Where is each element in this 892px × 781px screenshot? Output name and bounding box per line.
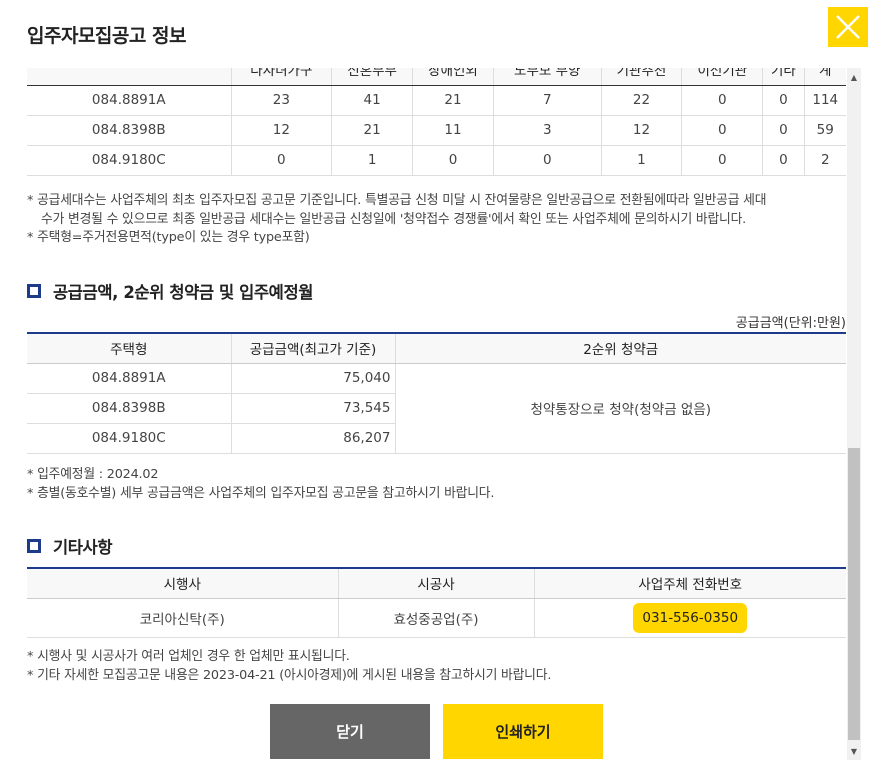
etc-note: * 시행사 및 시공사가 여러 업체인 경우 한 업체만 표시됩니다. * 기타… xyxy=(27,648,551,685)
deposit-cell: 청약통장으로 청약(청약금 없음) xyxy=(394,363,846,454)
note-line: * 층별(동호수별) 세부 공급금액은 사업주체의 입주자모집 공고문을 참고하… xyxy=(27,485,495,501)
table-header-row: 다자녀가구 신혼부부 장애인외 노부모 부양 기관추천 이전기관 기타 계 xyxy=(27,68,846,86)
scroll-down-icon[interactable]: ▼ xyxy=(847,742,861,760)
print-button[interactable]: 인쇄하기 xyxy=(443,704,603,759)
section-title-price: 공급금액, 2순위 청약금 및 입주예정월 xyxy=(27,279,313,303)
table-row: 코리아신탁(주) 효성중공업(주) 031-556-0350 xyxy=(27,598,846,638)
supply-count-table: 다자녀가구 신혼부부 장애인외 노부모 부양 기관추천 이전기관 기타 계 08… xyxy=(27,68,846,176)
close-icon xyxy=(836,15,860,39)
note-line: * 공급세대수는 사업주체의 최초 입주자모집 공고문 기준입니다. 특별공급 … xyxy=(27,193,767,208)
section-square-icon xyxy=(27,539,41,553)
note-line: * 입주예정월 : 2024.02 xyxy=(27,467,159,482)
note-line: * 시행사 및 시공사가 여러 업체인 경우 한 업체만 표시됩니다. xyxy=(27,649,350,664)
builder-name: 효성중공업(주) xyxy=(337,598,534,638)
supply-note: * 공급세대수는 사업주체의 최초 입주자모집 공고문 기준입니다. 특별공급 … xyxy=(27,192,767,248)
table-header-row: 시행사 시공사 사업주체 전화번호 xyxy=(27,567,846,599)
section-title-etc: 기타사항 xyxy=(27,534,113,558)
close-dialog-button[interactable]: 닫기 xyxy=(270,704,430,759)
scroll-up-icon[interactable]: ▲ xyxy=(847,68,861,86)
popup-header: 입주자모집공고 정보 xyxy=(0,0,892,68)
developer-name: 코리아신탁(주) xyxy=(27,598,338,638)
table-row: 084.8891A 23 41 21 7 22 0 0 114 xyxy=(27,85,846,116)
price-table: 주택형 공급금액(최고가 기준) 2순위 청약금 084.8891A 75,04… xyxy=(27,332,846,454)
company-table: 시행사 시공사 사업주체 전화번호 코리아신탁(주) 효성중공업(주) 031-… xyxy=(27,567,846,638)
table-header-row: 주택형 공급금액(최고가 기준) 2순위 청약금 xyxy=(27,332,846,364)
note-line: * 기타 자세한 모집공고문 내용은 2023-04-21 (아시아경제)에 게… xyxy=(27,667,552,683)
scrollbar-thumb[interactable] xyxy=(848,448,860,740)
price-note: * 입주예정월 : 2024.02 * 층별(동호수별) 세부 공급금액은 사업… xyxy=(27,466,494,503)
table-row: 084.8891A 75,040 청약통장으로 청약(청약금 없음) xyxy=(27,363,846,454)
popup-title: 입주자모집공고 정보 xyxy=(27,25,186,47)
table-row: 084.8398B 12 21 11 3 12 0 0 59 xyxy=(27,115,846,146)
vertical-scrollbar[interactable]: ▲ ▼ xyxy=(847,68,861,760)
section-square-icon xyxy=(27,284,41,298)
note-line: 수가 변경될 수 있으므로 최종 일반공급 세대수는 일반공급 신청일에 '청약… xyxy=(41,211,747,227)
price-unit-label: 공급금액(단위:만원) xyxy=(735,316,846,331)
table-row: 084.9180C 0 1 0 0 1 0 0 2 xyxy=(27,145,846,176)
note-line: * 주택형=주거전용면적(type이 있는 경우 type포함) xyxy=(27,230,310,245)
close-button[interactable] xyxy=(828,7,868,47)
phone-number-badge[interactable]: 031-556-0350 xyxy=(633,602,748,633)
content-scroll-area: 다자녀가구 신혼부부 장애인외 노부모 부양 기관추천 이전기관 기타 계 08… xyxy=(0,68,847,781)
